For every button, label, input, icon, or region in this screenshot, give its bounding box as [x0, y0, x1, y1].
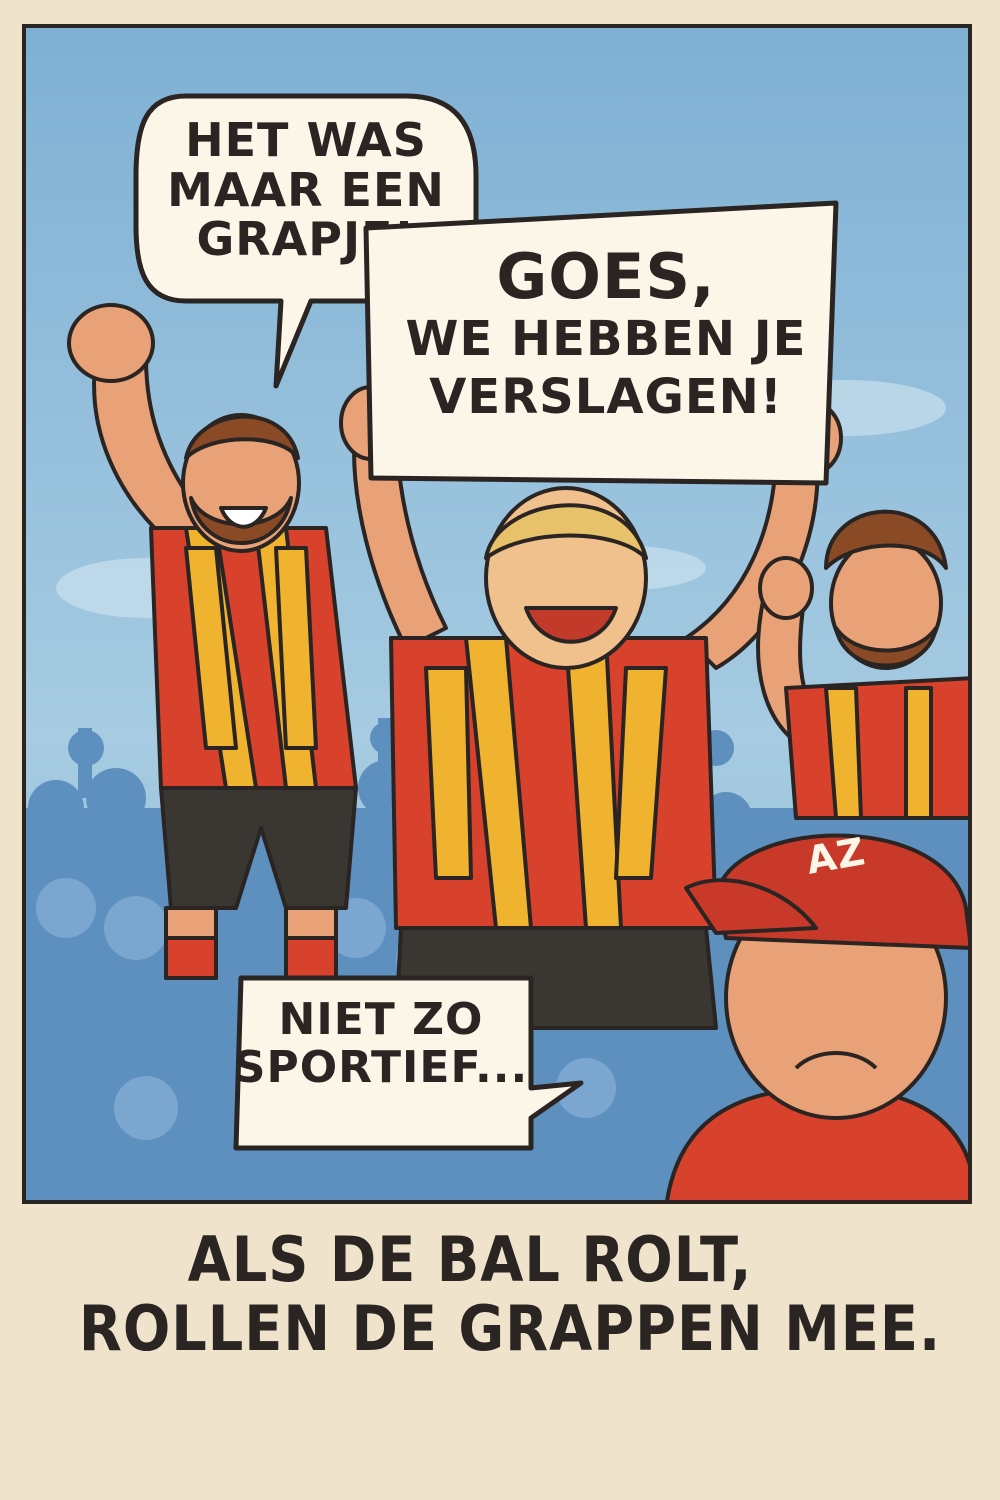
banner-line-1: GOES,: [496, 240, 716, 313]
comic-caption: ALS DE BAL ROLT, ROLLEN DE GRAPPEN MEE.: [0, 1225, 1000, 1364]
speech-line-1: NIET ZO: [278, 994, 484, 1045]
comic-panel: HET WAS MAAR EEN GRAPJE! GOES, WE HEBBEN…: [22, 24, 972, 1204]
banner-text: GOES, WE HEBBEN JE VERSLAGEN!: [371, 240, 841, 426]
banner-line-2: WE HEBBEN JE: [405, 311, 807, 368]
banner-line-3: VERSLAGEN!: [429, 368, 783, 425]
caption-line-1: ALS DE BAL ROLT,: [187, 1223, 753, 1296]
speech-line-2: SPORTIEF...: [233, 1041, 529, 1093]
speech-line-1: HET WAS: [185, 113, 427, 167]
caption-line-2: ROLLEN DE GRAPPEN MEE.: [78, 1292, 942, 1366]
speech-text-bottom: NIET ZO SPORTIEF...: [231, 996, 531, 1091]
